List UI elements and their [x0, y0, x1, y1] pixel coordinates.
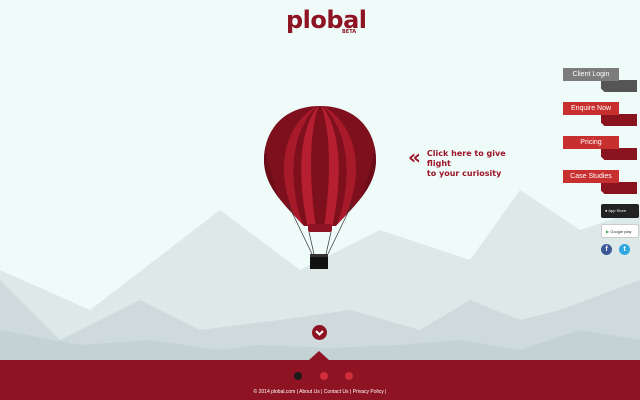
app-store-label: App Store [608, 208, 627, 213]
copyright-text: © 2014 plobal.com | [253, 389, 298, 395]
footer-separator: | [385, 389, 387, 395]
case-studies-button[interactable]: Case Studies [563, 170, 619, 183]
case-studies-ribbon [601, 182, 637, 194]
footer-links: © 2014 plobal.com | About Us | Contact U… [0, 389, 640, 395]
client-login-button[interactable]: Client Login [563, 68, 619, 81]
footer-separator: | [349, 389, 352, 395]
enquire-now-ribbon [601, 114, 637, 126]
double-chevron-left-icon: « [408, 145, 421, 169]
google-play-badge[interactable]: ▶ Google play [601, 224, 639, 238]
pricing-ribbon [601, 148, 637, 160]
client-login-ribbon [601, 80, 637, 92]
cta-line-1: Click here to give flight [426, 149, 506, 168]
slide-dot-2[interactable] [320, 372, 328, 380]
chevron-down-icon [315, 330, 324, 336]
beta-badge: BETA [342, 29, 357, 35]
about-us-link[interactable]: About Us [299, 389, 320, 395]
cta-line-2: to your curiosity [426, 169, 502, 178]
scroll-down-button[interactable] [312, 325, 327, 340]
hot-air-balloon[interactable] [262, 104, 378, 274]
facebook-icon[interactable]: f [601, 244, 612, 255]
slide-dot-1[interactable] [294, 372, 302, 380]
give-flight-cta[interactable]: « Click here to give flight to your curi… [408, 145, 527, 179]
pricing-button[interactable]: Pricing [563, 136, 619, 149]
slide-dot-3[interactable] [345, 372, 353, 380]
footer-separator: | [321, 389, 323, 395]
contact-us-link[interactable]: Contact Us [324, 389, 349, 395]
privacy-policy-link[interactable]: Privacy Policy [353, 389, 384, 395]
footer-notch [309, 351, 329, 360]
app-store-badge[interactable]: ● App Store [601, 204, 639, 218]
google-play-icon: ▶ [606, 229, 610, 234]
google-play-label: Google play [610, 229, 632, 234]
enquire-now-button[interactable]: Enquire Now [563, 102, 619, 115]
twitter-icon[interactable]: t [619, 244, 630, 255]
